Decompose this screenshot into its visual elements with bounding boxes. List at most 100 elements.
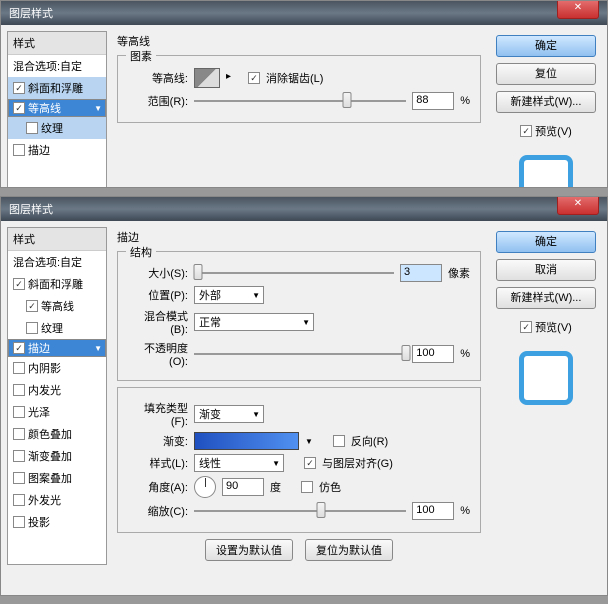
scale-slider[interactable]: [194, 503, 406, 519]
blend-label: 混合模式(B):: [128, 308, 188, 336]
sidebar-item-stroke[interactable]: 描边: [8, 139, 106, 161]
reset-default-button[interactable]: 复位为默认值: [305, 539, 393, 561]
checkbox[interactable]: [13, 450, 25, 462]
sidebar-item-color-overlay[interactable]: 颜色叠加: [8, 423, 106, 445]
checkbox[interactable]: ✓: [26, 300, 38, 312]
checkbox[interactable]: [26, 122, 38, 134]
main-panel: 等高线 图素 等高线: ✓ 消除锯齿(L) 范围(R): 88 %: [113, 31, 485, 188]
preview-label: 预览(V): [535, 123, 572, 139]
sidebar-item-texture[interactable]: 纹理: [8, 117, 106, 139]
ok-button[interactable]: 确定: [496, 231, 596, 253]
legend: 结构: [126, 244, 156, 260]
checkbox[interactable]: [13, 494, 25, 506]
preview-checkbox[interactable]: ✓: [520, 125, 532, 137]
sidebar-item-satin[interactable]: 光泽: [8, 401, 106, 423]
opacity-input[interactable]: 100: [412, 345, 454, 363]
title: 图层样式: [9, 201, 53, 217]
sidebar-item-pattern-overlay[interactable]: 图案叠加: [8, 467, 106, 489]
size-slider[interactable]: [194, 265, 394, 281]
angle-input[interactable]: 90: [222, 478, 264, 496]
sidebar-item-drop-shadow[interactable]: 投影: [8, 511, 106, 533]
size-input[interactable]: 3: [400, 264, 442, 282]
preview-swatch: [519, 155, 573, 188]
contour-picker[interactable]: [194, 68, 220, 88]
preview-label: 预览(V): [535, 319, 572, 335]
cancel-button[interactable]: 取消: [496, 259, 596, 281]
align-checkbox[interactable]: ✓: [304, 457, 316, 469]
range-slider[interactable]: [194, 93, 406, 109]
structure-fieldset: 结构 大小(S):3像素 位置(P):外部 混合模式(B):正常 不透明度(O)…: [117, 251, 481, 381]
right-buttons: 确定 取消 新建样式(W)... ✓预览(V): [491, 227, 601, 565]
sidebar-item-bevel[interactable]: ✓斜面和浮雕: [8, 273, 106, 295]
antialias-checkbox[interactable]: ✓: [248, 72, 260, 84]
checkbox[interactable]: [13, 406, 25, 418]
gradient-picker[interactable]: [194, 432, 299, 450]
sidebar-item-inner-shadow[interactable]: 内阴影: [8, 357, 106, 379]
checkbox[interactable]: [13, 384, 25, 396]
layer-style-dialog-1: 图层样式 ✕ 样式 混合选项:自定 ✓斜面和浮雕 ✓等高线 纹理 描边 等高线 …: [0, 0, 608, 188]
dither-checkbox[interactable]: [301, 481, 313, 493]
checkbox[interactable]: [13, 362, 25, 374]
size-label: 大小(S):: [128, 265, 188, 281]
title: 图层样式: [9, 5, 53, 21]
checkbox[interactable]: [13, 472, 25, 484]
checkbox[interactable]: ✓: [13, 82, 25, 94]
position-label: 位置(P):: [128, 287, 188, 303]
checkbox[interactable]: ✓: [13, 342, 25, 354]
group-title: 描边: [117, 229, 481, 245]
position-select[interactable]: 外部: [194, 286, 264, 304]
sidebar-item-gradient-overlay[interactable]: 渐变叠加: [8, 445, 106, 467]
dither-label: 仿色: [319, 479, 341, 495]
filltype-select[interactable]: 渐变: [194, 405, 264, 423]
checkbox[interactable]: [13, 516, 25, 528]
titlebar[interactable]: 图层样式 ✕: [1, 197, 607, 221]
antialias-label: 消除锯齿(L): [266, 70, 323, 86]
fill-fieldset: 填充类型(F):渐变 渐变:▼反向(R) 样式(L):线性✓与图层对齐(G) 角…: [117, 387, 481, 533]
reverse-label: 反向(R): [351, 433, 388, 449]
contour-label: 等高线:: [128, 70, 188, 86]
checkbox[interactable]: ✓: [13, 278, 25, 290]
checkbox[interactable]: ✓: [13, 102, 25, 114]
new-style-button[interactable]: 新建样式(W)...: [496, 91, 596, 113]
sidebar-item-contour[interactable]: ✓等高线: [8, 99, 106, 117]
sidebar-header: 样式: [8, 32, 106, 55]
scale-label: 缩放(C):: [128, 503, 188, 519]
set-default-button[interactable]: 设置为默认值: [205, 539, 293, 561]
layer-style-dialog-2: 图层样式 ✕ 样式 混合选项:自定 ✓斜面和浮雕 ✓等高线 纹理 ✓描边 内阴影…: [0, 196, 608, 596]
scale-input[interactable]: 100: [412, 502, 454, 520]
checkbox[interactable]: [13, 428, 25, 440]
reset-button[interactable]: 复位: [496, 63, 596, 85]
preview-checkbox[interactable]: ✓: [520, 321, 532, 333]
checkbox[interactable]: [26, 322, 38, 334]
sidebar-header: 样式: [8, 228, 106, 251]
style-select[interactable]: 线性: [194, 454, 284, 472]
blend-select[interactable]: 正常: [194, 313, 314, 331]
blend-options[interactable]: 混合选项:自定: [8, 251, 106, 273]
style-sidebar: 样式 混合选项:自定 ✓斜面和浮雕 ✓等高线 纹理 描边: [7, 31, 107, 188]
new-style-button[interactable]: 新建样式(W)...: [496, 287, 596, 309]
sidebar-item-stroke[interactable]: ✓描边: [8, 339, 106, 357]
sidebar-item-contour[interactable]: ✓等高线: [8, 295, 106, 317]
sidebar-item-bevel[interactable]: ✓斜面和浮雕: [8, 77, 106, 99]
opacity-slider[interactable]: [194, 346, 406, 362]
close-button[interactable]: ✕: [557, 0, 599, 19]
legend: 图素: [126, 48, 156, 64]
elements-fieldset: 图素 等高线: ✓ 消除锯齿(L) 范围(R): 88 %: [117, 55, 481, 123]
angle-dial[interactable]: [194, 476, 216, 498]
checkbox[interactable]: [13, 144, 25, 156]
style-label: 样式(L):: [128, 455, 188, 471]
close-button[interactable]: ✕: [557, 196, 599, 215]
filltype-label: 填充类型(F):: [128, 400, 188, 428]
ok-button[interactable]: 确定: [496, 35, 596, 57]
style-sidebar: 样式 混合选项:自定 ✓斜面和浮雕 ✓等高线 纹理 ✓描边 内阴影 内发光 光泽…: [7, 227, 107, 565]
titlebar[interactable]: 图层样式 ✕: [1, 1, 607, 25]
blend-options[interactable]: 混合选项:自定: [8, 55, 106, 77]
sidebar-item-outer-glow[interactable]: 外发光: [8, 489, 106, 511]
right-buttons: 确定 复位 新建样式(W)... ✓预览(V): [491, 31, 601, 188]
range-input[interactable]: 88: [412, 92, 454, 110]
sidebar-item-inner-glow[interactable]: 内发光: [8, 379, 106, 401]
angle-label: 角度(A):: [128, 479, 188, 495]
sidebar-item-texture[interactable]: 纹理: [8, 317, 106, 339]
range-label: 范围(R):: [128, 93, 188, 109]
reverse-checkbox[interactable]: [333, 435, 345, 447]
